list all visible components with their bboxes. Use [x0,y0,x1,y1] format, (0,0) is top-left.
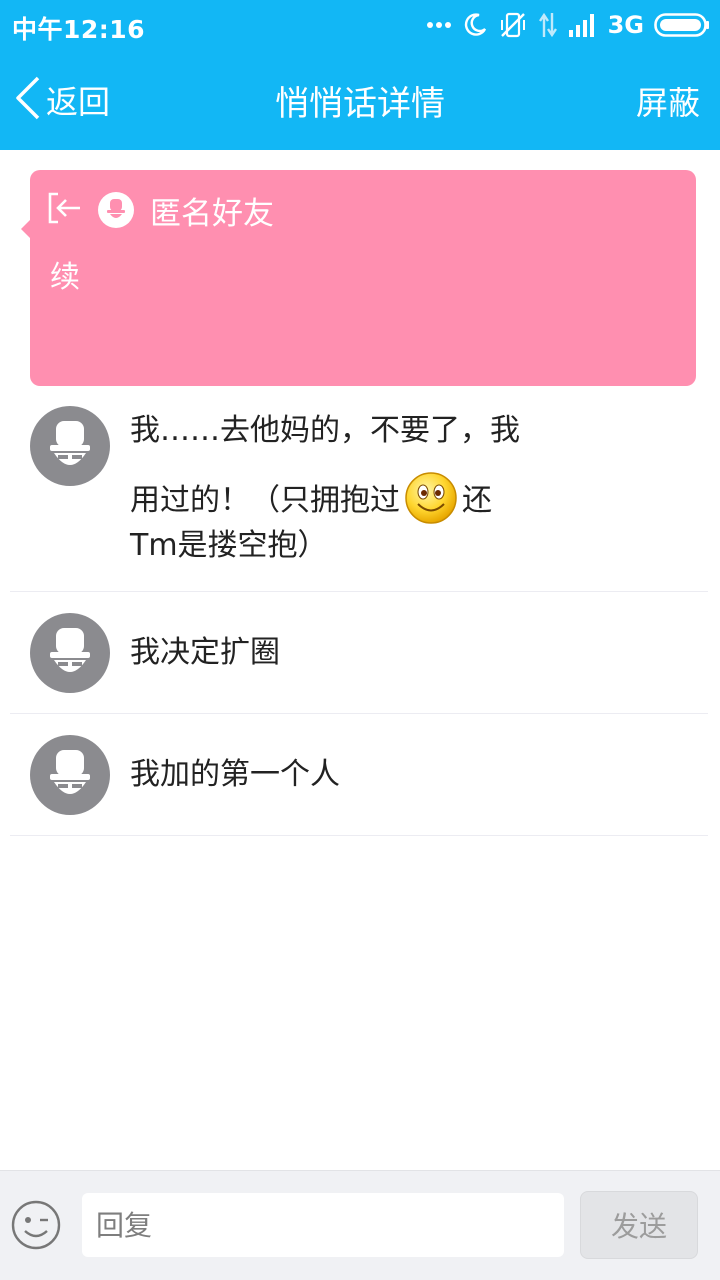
nav-header: 返回 悄悄话详情 屏蔽 [0,50,720,150]
status-icons: 3G [426,8,710,42]
block-button[interactable]: 屏蔽 [636,78,700,124]
comment-text: 我加的第一个人 [130,757,340,792]
comment-text: 我……去他妈的，不要了，我 用过的！（只拥抱过 还 Tm是搂空抱） [130,416,520,561]
comment-line: 我……去他妈的，不要了，我 [130,413,520,448]
anonymous-avatar-icon[interactable] [30,613,110,693]
whisper-sender-name: 匿名好友 [150,195,274,232]
send-button[interactable]: 发送 [580,1191,698,1259]
more-dots-icon [426,21,452,29]
comment-line: 用过的！（只拥抱过 还 [130,472,520,524]
chevron-left-icon [14,76,42,124]
signal-icon [568,12,598,38]
comment-item: 我……去他妈的，不要了，我 用过的！（只拥抱过 还 Tm是搂空抱） [10,386,708,592]
anonymous-avatar-icon [98,192,134,228]
whisper-sender-row: 匿名好友 [48,190,274,232]
back-label: 返回 [46,83,111,121]
battery-icon [654,13,710,37]
comment-item: 我决定扩圈 [10,592,708,714]
smiley-emoji-icon [404,471,458,531]
status-time: 中午12:16 [12,15,146,44]
anonymous-avatar-icon[interactable] [30,735,110,815]
comment-line: Tm是搂空抱） [130,528,328,563]
moon-icon [462,12,488,38]
whisper-text: 续 [50,260,80,295]
anonymous-avatar-icon[interactable] [30,406,110,486]
emoji-picker-icon[interactable] [10,1199,62,1251]
network-type: 3G [607,11,644,39]
reply-bar: 发送 [0,1170,720,1280]
whisper-card: 匿名好友 续 [21,170,696,386]
exit-arrow-icon[interactable] [48,192,82,228]
comment-line-part: 用过的！（只拥抱过 [130,483,400,518]
vibrate-off-icon [498,11,528,39]
comment-line-part: 还 [462,483,492,518]
comment-text: 我决定扩圈 [130,635,280,670]
back-button[interactable]: 返回 [14,76,110,124]
comment-item: 我加的第一个人 [10,714,708,836]
status-bar: 中午12:16 3G [0,0,720,50]
data-arrows-icon [538,11,558,39]
reply-input[interactable] [82,1193,564,1257]
